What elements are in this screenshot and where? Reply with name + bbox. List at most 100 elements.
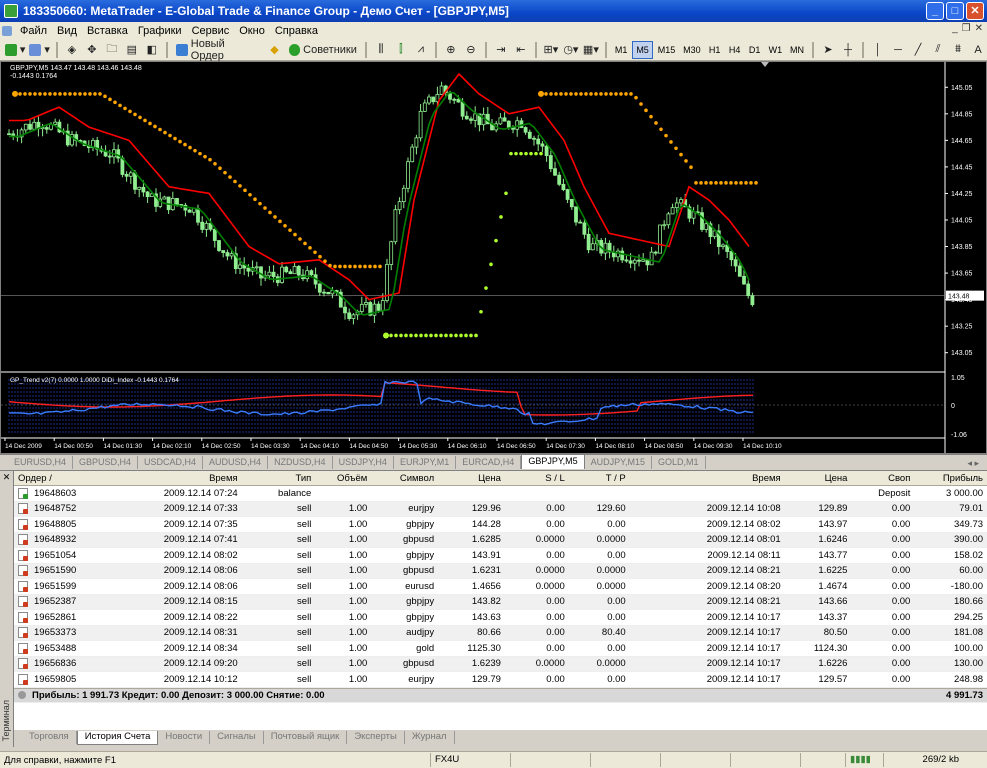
new-order-button[interactable]: Новый Ордер — [173, 38, 264, 62]
periods-icon[interactable]: ◷▾ — [562, 41, 580, 59]
column-header[interactable]: Символ — [371, 473, 438, 484]
table-cell: 1.00 — [348, 658, 368, 670]
tf-w1-button[interactable]: W1 — [766, 41, 785, 59]
chart-tab[interactable]: USDJPY,H4 — [333, 456, 394, 469]
profiles-button[interactable]: ▾ — [28, 41, 50, 59]
column-header[interactable]: S / L — [505, 473, 569, 484]
table-row[interactable]: 19656836 2009.12.14 09:20 sell 1.00 gbpusd 1.… — [14, 656, 987, 672]
tf-h4-button[interactable]: H4 — [726, 41, 744, 59]
column-header[interactable]: Тип — [242, 473, 316, 484]
column-header[interactable]: Цена — [438, 473, 505, 484]
indicators-icon[interactable]: ⊞▾ — [542, 41, 560, 59]
column-header[interactable]: Время — [96, 473, 241, 484]
fibonacci-icon[interactable]: ⩩ — [949, 41, 967, 59]
bar-chart-icon[interactable]: ⫼ — [372, 41, 390, 59]
new-chart-button[interactable]: ▾ — [4, 41, 26, 59]
advisors-button[interactable]: Советники — [286, 41, 360, 59]
menu-help[interactable]: Справка — [270, 25, 323, 37]
tab-scroll-icon[interactable]: ◂ ▸ — [967, 458, 979, 469]
trendline-icon[interactable]: ╱ — [909, 41, 927, 59]
zoom-in-icon[interactable]: ⊕ — [442, 41, 460, 59]
channel-icon[interactable]: ⫽ — [929, 41, 947, 59]
terminal-icon[interactable]: ▤ — [123, 41, 141, 59]
chart-tab[interactable]: GBPUSD,H4 — [73, 456, 139, 469]
table-row[interactable]: 19653488 2009.12.14 08:34 sell 1.00 gold 1125… — [14, 641, 987, 657]
vertical-line-icon[interactable]: │ — [869, 41, 887, 59]
menu-file[interactable]: Файл — [15, 25, 52, 37]
chart-tab[interactable]: EURJPY,M1 — [394, 456, 457, 469]
column-header[interactable]: Объём — [315, 473, 371, 484]
menu-view[interactable]: Вид — [52, 25, 82, 37]
tf-h1-button[interactable]: H1 — [706, 41, 724, 59]
cursor-icon[interactable]: ➤ — [819, 41, 837, 59]
tab-mailbox[interactable]: Почтовый ящик — [264, 731, 348, 744]
column-header[interactable]: Своп — [851, 473, 914, 484]
terminal-close-icon[interactable]: ✕ — [0, 472, 13, 483]
menu-charts[interactable]: Графики — [133, 25, 187, 37]
chart-canvas[interactable]: 145.05 144.85 144.65 144.45 144.25 144.05 143.… — [1, 62, 986, 453]
autoscroll-icon[interactable]: ⇥ — [492, 41, 510, 59]
close-button[interactable]: ✕ — [966, 2, 984, 20]
tf-m1-button[interactable]: M1 — [612, 41, 630, 59]
folder-icon[interactable]: 🗀 — [103, 41, 121, 59]
table-row[interactable]: 19648603 2009.12.14 07:24 balance Deposit 3 … — [14, 486, 987, 502]
stop-dot-orange — [614, 92, 618, 96]
tf-mn-button[interactable]: MN — [787, 41, 807, 59]
chart-tab[interactable]: USDCAD,H4 — [138, 456, 204, 469]
tf-m30-button[interactable]: M30 — [680, 41, 703, 59]
table-row[interactable]: 19659805 2009.12.14 10:12 sell 1.00 eurjpy 12… — [14, 672, 987, 688]
crosshair-icon[interactable]: ┼ — [839, 41, 857, 59]
metaeditor-icon[interactable]: ◆ — [266, 41, 284, 59]
table-row[interactable]: 19652387 2009.12.14 08:15 sell 1.00 gbpjpy 14… — [14, 594, 987, 610]
column-header[interactable]: Прибыль — [914, 473, 987, 484]
table-row[interactable]: 19648805 2009.12.14 07:35 sell 1.00 gbpjpy 14… — [14, 517, 987, 533]
menu-tools[interactable]: Сервис — [187, 25, 235, 37]
table-row[interactable]: 19651054 2009.12.14 08:02 sell 1.00 gbpjpy 14… — [14, 548, 987, 564]
tab-signals[interactable]: Сигналы — [210, 731, 264, 744]
tester-icon[interactable]: ◧ — [143, 41, 161, 59]
table-row[interactable]: 19653373 2009.12.14 08:31 sell 1.00 audjpy 80… — [14, 625, 987, 641]
zoom-out-icon[interactable]: ⊖ — [462, 41, 480, 59]
column-header[interactable]: Цена — [785, 473, 852, 484]
chart-shift-icon[interactable]: ⇤ — [512, 41, 530, 59]
navigator-icon[interactable]: ✥ — [83, 41, 101, 59]
tab-journal[interactable]: Журнал — [405, 731, 455, 744]
table-row[interactable]: 19648932 2009.12.14 07:41 sell 1.00 gbpusd 1.… — [14, 532, 987, 548]
chart-tab[interactable]: NZDUSD,H4 — [268, 456, 333, 469]
mdi-restore-icon[interactable]: ❐ — [962, 23, 971, 34]
chart-tab[interactable]: AUDJPY,M15 — [585, 456, 653, 469]
tf-m5-button[interactable]: M5 — [632, 40, 653, 59]
tf-d1-button[interactable]: D1 — [746, 41, 764, 59]
mdi-minimize-icon[interactable]: _ — [952, 23, 958, 34]
tab-trade[interactable]: Торговля — [22, 731, 77, 744]
tab-news[interactable]: Новости — [158, 731, 211, 744]
maximize-button[interactable]: □ — [946, 2, 964, 20]
column-header[interactable]: Ордер / — [14, 473, 96, 484]
column-header[interactable]: Время — [630, 473, 785, 484]
table-row[interactable]: 19651590 2009.12.14 08:06 sell 1.00 gbpusd 1.… — [14, 563, 987, 579]
market-watch-icon[interactable]: ◈ — [63, 41, 81, 59]
chart-tab[interactable]: EURCAD,H4 — [456, 456, 522, 469]
tab-account-history[interactable]: История Счета — [76, 731, 159, 745]
line-chart-icon[interactable]: ⩘ — [412, 41, 430, 59]
chart-tab[interactable]: GOLD,M1 — [652, 456, 706, 469]
candlestick-icon[interactable]: ⫿ — [392, 41, 410, 59]
table-row[interactable]: 19652861 2009.12.14 08:22 sell 1.00 gbpjpy 14… — [14, 610, 987, 626]
menu-window[interactable]: Окно — [234, 25, 270, 37]
tf-m15-button[interactable]: M15 — [655, 41, 678, 59]
menu-insert[interactable]: Вставка — [82, 25, 133, 37]
chart-tab[interactable]: AUDUSD,H4 — [203, 456, 269, 469]
column-header[interactable]: T / P — [569, 473, 630, 484]
templates-icon[interactable]: ▦▾ — [582, 41, 600, 59]
chart-window[interactable]: 145.05 144.85 144.65 144.45 144.25 144.05 143.… — [0, 61, 987, 454]
text-tool-icon[interactable]: A — [969, 41, 987, 59]
horizontal-line-icon[interactable]: ─ — [889, 41, 907, 59]
table-row[interactable]: 19648752 2009.12.14 07:33 sell 1.00 eurjpy 12… — [14, 501, 987, 517]
stop-dot-orange — [664, 133, 668, 138]
minimize-button[interactable]: _ — [926, 2, 944, 20]
chart-tab-active[interactable]: GBPJPY,M5 — [521, 454, 585, 469]
table-row[interactable]: 19651599 2009.12.14 08:06 sell 1.00 eurusd 1.… — [14, 579, 987, 595]
tab-experts[interactable]: Эксперты — [347, 731, 405, 744]
mdi-close-icon[interactable]: ✕ — [975, 23, 983, 34]
chart-tab[interactable]: EURUSD,H4 — [8, 456, 74, 469]
